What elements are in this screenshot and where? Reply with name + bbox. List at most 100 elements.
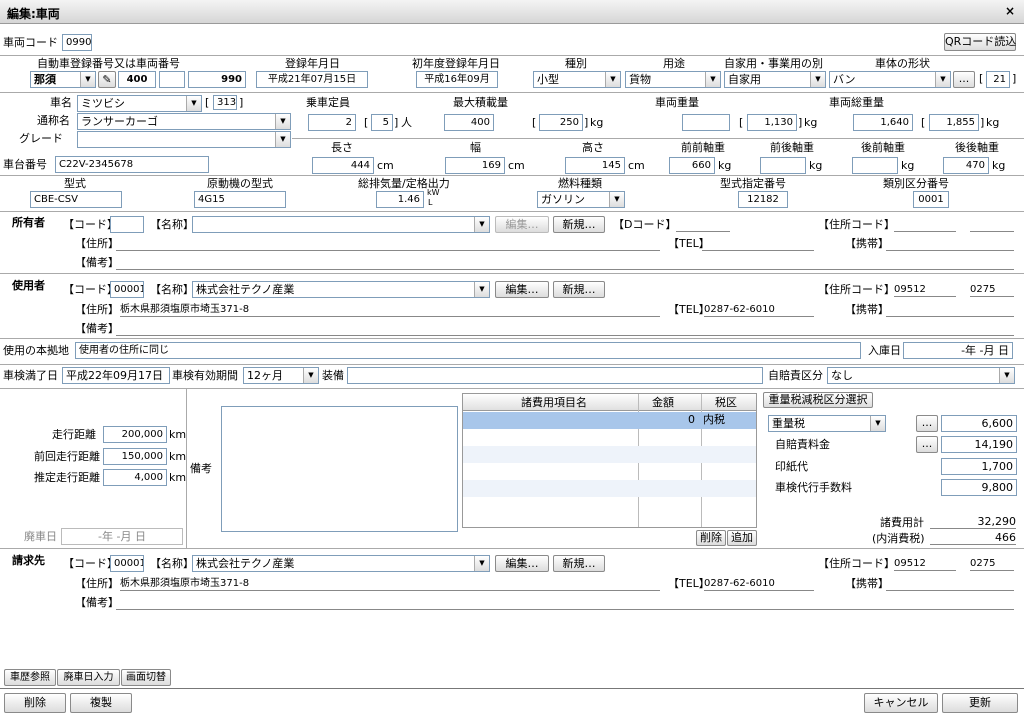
displacement-field[interactable]: 1.46: [376, 191, 424, 208]
gross-sub-field[interactable]: 1,855: [929, 114, 979, 131]
agent-fee-field[interactable]: 9,800: [941, 479, 1017, 496]
mileage-field[interactable]: 200,000: [103, 426, 167, 443]
gross-field[interactable]: 1,640: [853, 114, 913, 131]
liability-label: 自賠責料金: [775, 438, 830, 451]
owner-address: [116, 237, 660, 251]
fees-delete-button[interactable]: 削除: [696, 530, 726, 546]
bill-code-field[interactable]: 00001: [110, 555, 144, 572]
kind-select[interactable]: 小型 ▼: [533, 71, 621, 88]
close-icon[interactable]: ×: [1005, 4, 1015, 18]
bill-tel: 0287-62-6010: [704, 577, 814, 591]
qr-read-button[interactable]: QRコード読込: [944, 33, 1016, 51]
user-edit-button[interactable]: 編集…: [495, 281, 549, 298]
width-field[interactable]: 169: [445, 157, 505, 174]
chevron-down-icon: ▼: [474, 217, 489, 232]
usage-select[interactable]: 貨物 ▼: [625, 71, 721, 88]
user-code-field[interactable]: 00001: [110, 281, 144, 298]
length-field[interactable]: 444: [312, 157, 374, 174]
cancel-button[interactable]: キャンセル: [864, 693, 938, 713]
fuel-select[interactable]: ガソリン ▼: [537, 191, 625, 208]
in-date-field[interactable]: -年 -月 日: [903, 342, 1013, 359]
length-header: 長さ: [331, 141, 353, 154]
vehicle-code-field[interactable]: 0990: [62, 34, 92, 51]
history-tab[interactable]: 車歴参照: [4, 669, 56, 686]
owner-code-field[interactable]: [110, 216, 144, 233]
reg-class-field[interactable]: 400: [118, 71, 156, 88]
body-shape-code[interactable]: 21: [986, 71, 1010, 88]
update-button[interactable]: 更新: [942, 693, 1018, 713]
note-textarea[interactable]: [221, 406, 458, 532]
base-field[interactable]: 使用者の住所に同じ: [75, 342, 861, 359]
equip-field[interactable]: [347, 367, 763, 384]
type-no-field[interactable]: 12182: [738, 191, 788, 208]
first-reg-field[interactable]: 平成16年09月: [416, 71, 498, 88]
user-new-button[interactable]: 新規…: [553, 281, 605, 298]
body-shape-lookup-button[interactable]: ...: [953, 71, 975, 88]
height-field[interactable]: 145: [565, 157, 625, 174]
delete-button[interactable]: 削除: [4, 693, 66, 713]
weight-field[interactable]: [682, 114, 730, 131]
body-shape-select[interactable]: バン ▼: [829, 71, 951, 88]
user-mobile: [886, 303, 1014, 317]
private-header: 自家用・事業用の別: [724, 57, 823, 70]
fr-axle-field[interactable]: [760, 157, 806, 174]
weight-tax-select[interactable]: 重量税 ▼: [768, 415, 886, 432]
note-label: 備考: [190, 462, 212, 475]
engine-header: 原動機の型式: [207, 177, 273, 190]
prev-mileage-field[interactable]: 150,000: [103, 448, 167, 465]
stamp-field[interactable]: 1,700: [941, 458, 1017, 475]
rr-axle-field[interactable]: 470: [943, 157, 989, 174]
ff-axle-field[interactable]: 660: [669, 157, 715, 174]
reg-date-field[interactable]: 平成21年07月15日: [256, 71, 368, 88]
bill-note: [116, 596, 1014, 610]
engine-field[interactable]: 4G15: [194, 191, 286, 208]
rf-axle-field[interactable]: [852, 157, 898, 174]
period-select[interactable]: 12ヶ月 ▼: [243, 367, 319, 384]
bill-edit-button[interactable]: 編集…: [495, 555, 549, 572]
table-row[interactable]: 0 内税: [463, 412, 756, 429]
scrap-field[interactable]: -年 -月 日: [61, 528, 183, 545]
owner-name-select[interactable]: ▼: [192, 216, 490, 233]
liability-field[interactable]: 14,190: [941, 436, 1017, 453]
copy-button[interactable]: 複製: [70, 693, 132, 713]
width-header: 幅: [470, 141, 481, 154]
reg-area-select[interactable]: 那須 ▼: [30, 71, 96, 88]
model-code-field[interactable]: CBE-CSV: [30, 191, 122, 208]
category-no-field[interactable]: 0001: [913, 191, 949, 208]
inspection-date-field[interactable]: 平成22年09月17日: [62, 367, 170, 384]
max-load-field[interactable]: 400: [444, 114, 494, 131]
grade-select[interactable]: ▼: [77, 131, 291, 148]
owner-new-button[interactable]: 新規…: [553, 216, 605, 233]
maker-label: 車名: [50, 96, 72, 109]
insurance-select[interactable]: なし ▼: [827, 367, 1015, 384]
capacity-field[interactable]: 2: [308, 114, 356, 131]
type-no-header: 型式指定番号: [720, 177, 786, 190]
max-load-sub-field[interactable]: 250: [539, 114, 583, 131]
reg-number-field[interactable]: 990: [188, 71, 246, 88]
capacity-sub-field[interactable]: 5: [371, 114, 393, 131]
scrap-date-tab[interactable]: 廃車日入力: [57, 669, 120, 686]
period-label: 車検有効期間: [172, 369, 238, 382]
chassis-field[interactable]: C22V-2345678: [55, 156, 209, 173]
liability-lookup-button[interactable]: ...: [916, 436, 938, 453]
private-select[interactable]: 自家用 ▼: [724, 71, 826, 88]
maker-code[interactable]: 313: [213, 95, 237, 110]
maker-select[interactable]: ミツビシ ▼: [77, 95, 202, 112]
switch-screen-tab[interactable]: 画面切替: [121, 669, 171, 686]
bill-addr-code: 09512: [894, 557, 956, 571]
fees-add-button[interactable]: 追加: [727, 530, 757, 546]
fees-table: 諸費用項目名 金額 税区 0 内税: [462, 393, 757, 528]
owner-edit-button[interactable]: 編集…: [495, 216, 549, 233]
bill-name-select[interactable]: 株式会社テクノ産業 ▼: [192, 555, 490, 572]
est-mileage-field[interactable]: 4,000: [103, 469, 167, 486]
pencil-icon[interactable]: ✎: [98, 71, 116, 88]
weight-tax-lookup-button[interactable]: ...: [916, 415, 938, 432]
weight-tax-field[interactable]: 6,600: [941, 415, 1017, 432]
model-name-select[interactable]: ランサーカーゴ ▼: [77, 113, 291, 130]
bill-new-button[interactable]: 新規…: [553, 555, 605, 572]
weight-tax-reduce-button[interactable]: 重量税減税区分選択: [763, 392, 873, 408]
chevron-down-icon: ▼: [605, 72, 620, 87]
reg-kana-field[interactable]: [159, 71, 185, 88]
weight-sub-field[interactable]: 1,130: [747, 114, 797, 131]
user-name-select[interactable]: 株式会社テクノ産業 ▼: [192, 281, 490, 298]
